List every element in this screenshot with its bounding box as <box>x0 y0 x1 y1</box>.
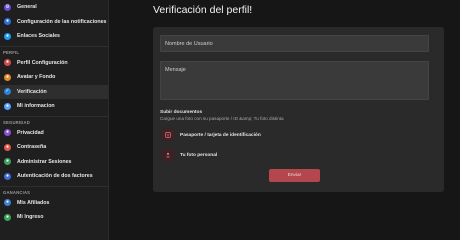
sidebar-item-twitter[interactable]: ● Enlaces Sociales <box>0 29 108 44</box>
sidebar-item-image[interactable]: ● Avatar y Fondo <box>0 70 108 85</box>
affiliates-icon: ● <box>4 199 11 207</box>
sidebar-section-label: GANANCIAS <box>3 189 31 195</box>
key-icon: ● <box>4 143 11 151</box>
passport-upload-label: Pasaporte / tarjeta de identificación <box>180 132 261 138</box>
personal-photo-label: Tu foto personal <box>180 152 218 158</box>
sidebar-item-verified[interactable]: ✓ Verificación <box>0 84 108 99</box>
money-icon: ● <box>4 213 11 221</box>
app-root: ⚙ General ● Configuración de las notificaci… <box>0 0 460 240</box>
sidebar-item-label: Contraseña <box>17 144 47 151</box>
sidebar-item-key[interactable]: ● Contraseña <box>0 140 108 155</box>
message-textarea[interactable] <box>160 61 429 100</box>
sidebar-item-affiliates[interactable]: ● Mis Afiliados <box>0 196 108 211</box>
verification-form-card: Subir documentos Cargue una foto con su … <box>153 27 444 192</box>
gear-icon: ⚙ <box>4 3 11 11</box>
sidebar-section-label: SEGURIDAD <box>3 119 30 125</box>
submit-button[interactable]: Enviar <box>269 169 320 182</box>
sidebar-item-label: Avatar y Fondo <box>17 74 56 81</box>
sidebar-item-profile[interactable]: ● Perfil Configuración <box>0 56 108 71</box>
sidebar-item-label: Administrar Sesiones <box>17 158 72 165</box>
sidebar-item-label: Autenticación de dos factores <box>17 173 93 180</box>
upload-documents-heading: Subir documentos <box>160 110 203 115</box>
sidebar-item-label: Perfil Configuración <box>17 59 68 66</box>
sidebar-item-info[interactable]: ● Mi informacion <box>0 99 108 114</box>
profile-icon: ● <box>4 59 11 67</box>
bell-icon: ● <box>4 18 11 26</box>
sidebar-item-label: Configuración de las notificaciones <box>17 18 107 25</box>
image-icon: ● <box>4 73 11 81</box>
sidebar-item-bell[interactable]: ● Configuración de las notificaciones <box>0 15 108 30</box>
sidebar-divider <box>0 45 108 47</box>
info-icon: ● <box>4 102 11 110</box>
sidebar-divider <box>0 115 108 117</box>
sidebar-divider <box>0 185 108 187</box>
sidebar-item-label: Mis Afiliados <box>17 199 50 206</box>
twitter-icon: ● <box>4 32 11 40</box>
lock-icon: ● <box>4 172 11 180</box>
sidebar-item-shield[interactable]: ● Privacidad <box>0 126 108 141</box>
sidebar-item-label: Privacidad <box>17 129 44 136</box>
person-icon <box>161 148 175 162</box>
personal-photo-upload[interactable]: Tu foto personal <box>161 148 217 162</box>
sidebar-item-money[interactable]: ● Mi Ingreso <box>0 210 108 225</box>
verified-icon: ✓ <box>4 88 11 96</box>
sidebar-item-label: Verificación <box>17 88 47 95</box>
upload-documents-hint: Cargue una foto con su pasaporte / ID &a… <box>160 116 284 121</box>
username-input[interactable] <box>160 35 429 52</box>
sessions-icon: ● <box>4 158 11 166</box>
sidebar-item-lock[interactable]: ● Autenticación de dos factores <box>0 169 108 184</box>
sidebar-item-label: Enlaces Sociales <box>17 33 60 40</box>
sidebar-item-sessions[interactable]: ● Administrar Sesiones <box>0 155 108 170</box>
sidebar-item-label: Mi Ingreso <box>17 214 44 221</box>
main-content: Verificación del perfil! Subir documento… <box>109 0 460 240</box>
sidebar-item-gear[interactable]: ⚙ General <box>0 0 108 15</box>
sidebar-item-label: General <box>17 4 37 11</box>
id-card-icon <box>161 128 175 142</box>
page-title: Verificación del perfil! <box>153 4 253 16</box>
settings-sidebar: ⚙ General ● Configuración de las notificaci… <box>0 0 109 240</box>
shield-icon: ● <box>4 129 11 137</box>
sidebar-item-label: Mi informacion <box>17 103 55 110</box>
passport-upload[interactable]: Pasaporte / tarjeta de identificación <box>161 128 261 142</box>
sidebar-section-label: PERFIL <box>3 49 20 55</box>
